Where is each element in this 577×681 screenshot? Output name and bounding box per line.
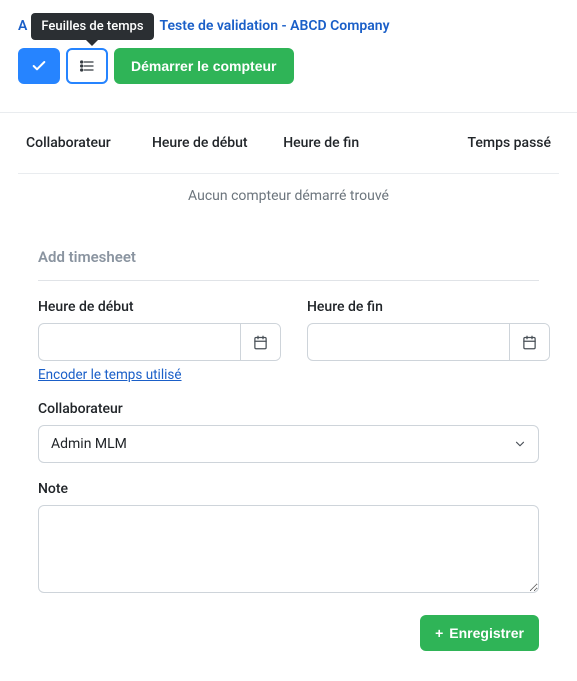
th-spent: Temps passé <box>415 135 552 151</box>
end-time-label: Heure de fin <box>307 299 550 315</box>
check-icon <box>31 58 47 74</box>
start-time-label: Heure de début <box>38 299 281 315</box>
page-title[interactable]: Teste de validation - ABCD Company <box>160 18 390 34</box>
validate-button[interactable] <box>18 48 60 84</box>
note-label: Note <box>38 481 68 497</box>
end-time-calendar-button[interactable] <box>509 324 549 360</box>
save-label: Enregistrer <box>449 625 524 641</box>
calendar-icon <box>522 335 537 350</box>
start-timer-label: Démarrer le compteur <box>131 58 277 74</box>
start-time-calendar-button[interactable] <box>240 324 280 360</box>
encode-time-link[interactable]: Encoder le temps utilisé <box>38 367 281 383</box>
save-button[interactable]: + Enregistrer <box>420 615 539 651</box>
page-header: A Feuilles de temps Teste de validation … <box>18 18 559 34</box>
end-time-input[interactable] <box>308 324 509 360</box>
th-collaborator: Collaborateur <box>26 135 152 151</box>
feuilles-tooltip: Feuilles de temps <box>31 13 153 40</box>
start-time-input-group[interactable] <box>38 323 281 361</box>
th-end: Heure de fin <box>283 135 414 151</box>
breadcrumb-lead: A <box>18 18 27 34</box>
start-timer-button[interactable]: Démarrer le compteur <box>114 48 294 84</box>
calendar-icon <box>253 335 268 350</box>
end-time-input-group[interactable] <box>307 323 550 361</box>
form-divider <box>38 280 539 281</box>
plus-icon: + <box>435 625 443 641</box>
form-title: Add timesheet <box>38 248 559 266</box>
start-time-input[interactable] <box>39 324 240 360</box>
collaborator-select[interactable]: Admin MLM <box>38 425 539 463</box>
note-textarea[interactable] <box>38 505 539 593</box>
collaborator-label: Collaborateur <box>38 401 123 417</box>
th-start: Heure de début <box>152 135 283 151</box>
table-header-row: Collaborateur Heure de début Heure de fi… <box>18 113 559 173</box>
timesheet-list-button[interactable] <box>66 48 108 84</box>
table-empty-message: Aucun compteur démarré trouvé <box>18 173 559 226</box>
collaborator-selected-value: Admin MLM <box>51 436 127 452</box>
list-icon <box>79 58 95 74</box>
toolbar: Démarrer le compteur <box>18 48 559 84</box>
